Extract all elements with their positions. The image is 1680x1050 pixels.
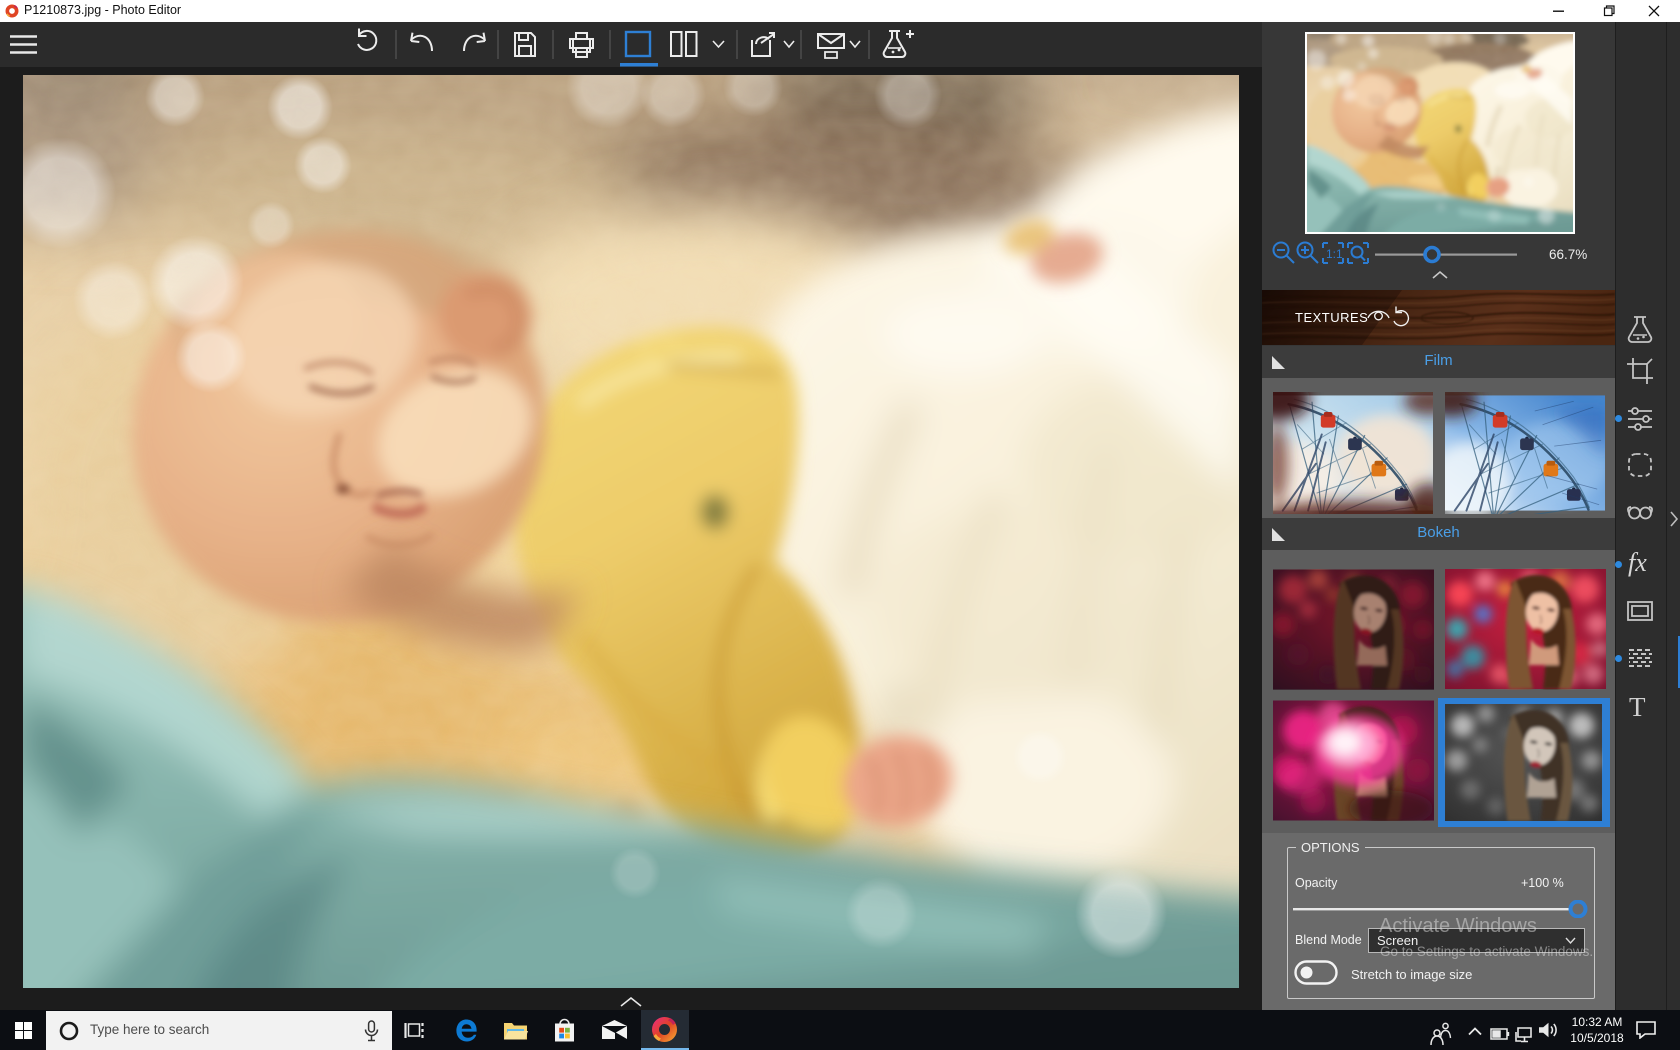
svg-text:fx: fx [1628, 548, 1647, 577]
svg-text:TEXTURES: TEXTURES [1295, 310, 1368, 325]
svg-text:T: T [1629, 692, 1646, 722]
svg-text:66.7%: 66.7% [1549, 247, 1587, 262]
svg-text:1:1: 1:1 [1326, 247, 1343, 261]
